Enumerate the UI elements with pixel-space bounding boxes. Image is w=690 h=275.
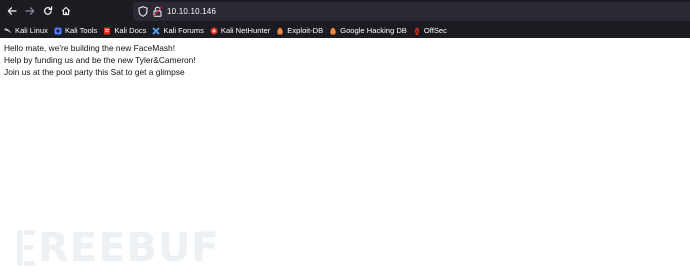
- back-button[interactable]: [4, 3, 20, 19]
- bookmark-label: OffSec: [423, 26, 447, 35]
- nethunter-icon: [210, 27, 218, 34]
- bookmark-label: Kali NetHunter: [220, 26, 271, 35]
- ghdb-icon: [330, 27, 336, 34]
- arrow-right-icon: [25, 7, 35, 15]
- bookmarks-toolbar: Kali Linux Kali Tools Kali Docs Kali For…: [0, 23, 690, 38]
- bookmark-kali-linux[interactable]: Kali Linux: [4, 24, 48, 37]
- bookmark-kali-docs[interactable]: Kali Docs: [103, 24, 146, 37]
- navigation-toolbar: 10.10.10.146: [0, 0, 690, 22]
- forward-button[interactable]: [22, 3, 38, 19]
- home-icon: [61, 6, 71, 16]
- url-text[interactable]: 10.10.10.146: [167, 6, 216, 17]
- tracking-protection-shield-icon[interactable]: [138, 6, 148, 17]
- bookmark-kali-tools[interactable]: Kali Tools: [54, 24, 97, 37]
- watermark-text: REEBUF: [38, 225, 220, 271]
- bookmark-google-hacking-db[interactable]: Google Hacking DB: [329, 24, 407, 37]
- kali-dragon-icon: [4, 27, 12, 34]
- freebuf-watermark: REEBUF: [16, 228, 220, 268]
- offsec-icon: [414, 26, 420, 35]
- exploit-db-icon: [277, 27, 284, 34]
- kali-forums-icon: [152, 26, 160, 35]
- bookmark-offsec[interactable]: OffSec: [413, 24, 447, 37]
- kali-tools-icon: [54, 27, 62, 34]
- bookmark-label: Kali Tools: [64, 26, 98, 35]
- bookmark-kali-forums[interactable]: Kali Forums: [152, 24, 204, 37]
- browser-chrome: 10.10.10.146 Kali Linux Kali Tools Kali …: [0, 0, 690, 38]
- page-text-line: Help by funding us and be the new Tyler&…: [4, 55, 196, 65]
- address-bar[interactable]: 10.10.10.146: [133, 2, 690, 21]
- reload-button[interactable]: [40, 3, 56, 19]
- page-text-line: Join us at the pool party this Sat to ge…: [4, 67, 185, 77]
- bookmark-label: Kali Linux: [15, 26, 48, 35]
- bookmark-label: Kali Docs: [114, 26, 147, 35]
- bookmark-label: Exploit-DB: [287, 26, 324, 35]
- bookmark-label: Kali Forums: [163, 26, 204, 35]
- bookmark-kali-nethunter[interactable]: Kali NetHunter: [210, 24, 270, 37]
- home-button[interactable]: [58, 3, 74, 19]
- insecure-lock-icon[interactable]: [153, 6, 162, 17]
- bookmark-exploit-db[interactable]: Exploit-DB: [276, 24, 323, 37]
- freebuf-logo-icon: [17, 230, 35, 266]
- kali-docs-icon: [104, 27, 111, 34]
- page-content: Hello mate, we're building the new FaceM…: [4, 42, 196, 78]
- arrow-left-icon: [7, 7, 17, 15]
- reload-icon: [44, 6, 53, 15]
- page-text-line: Hello mate, we're building the new FaceM…: [4, 43, 176, 53]
- bookmark-label: Google Hacking DB: [340, 26, 407, 35]
